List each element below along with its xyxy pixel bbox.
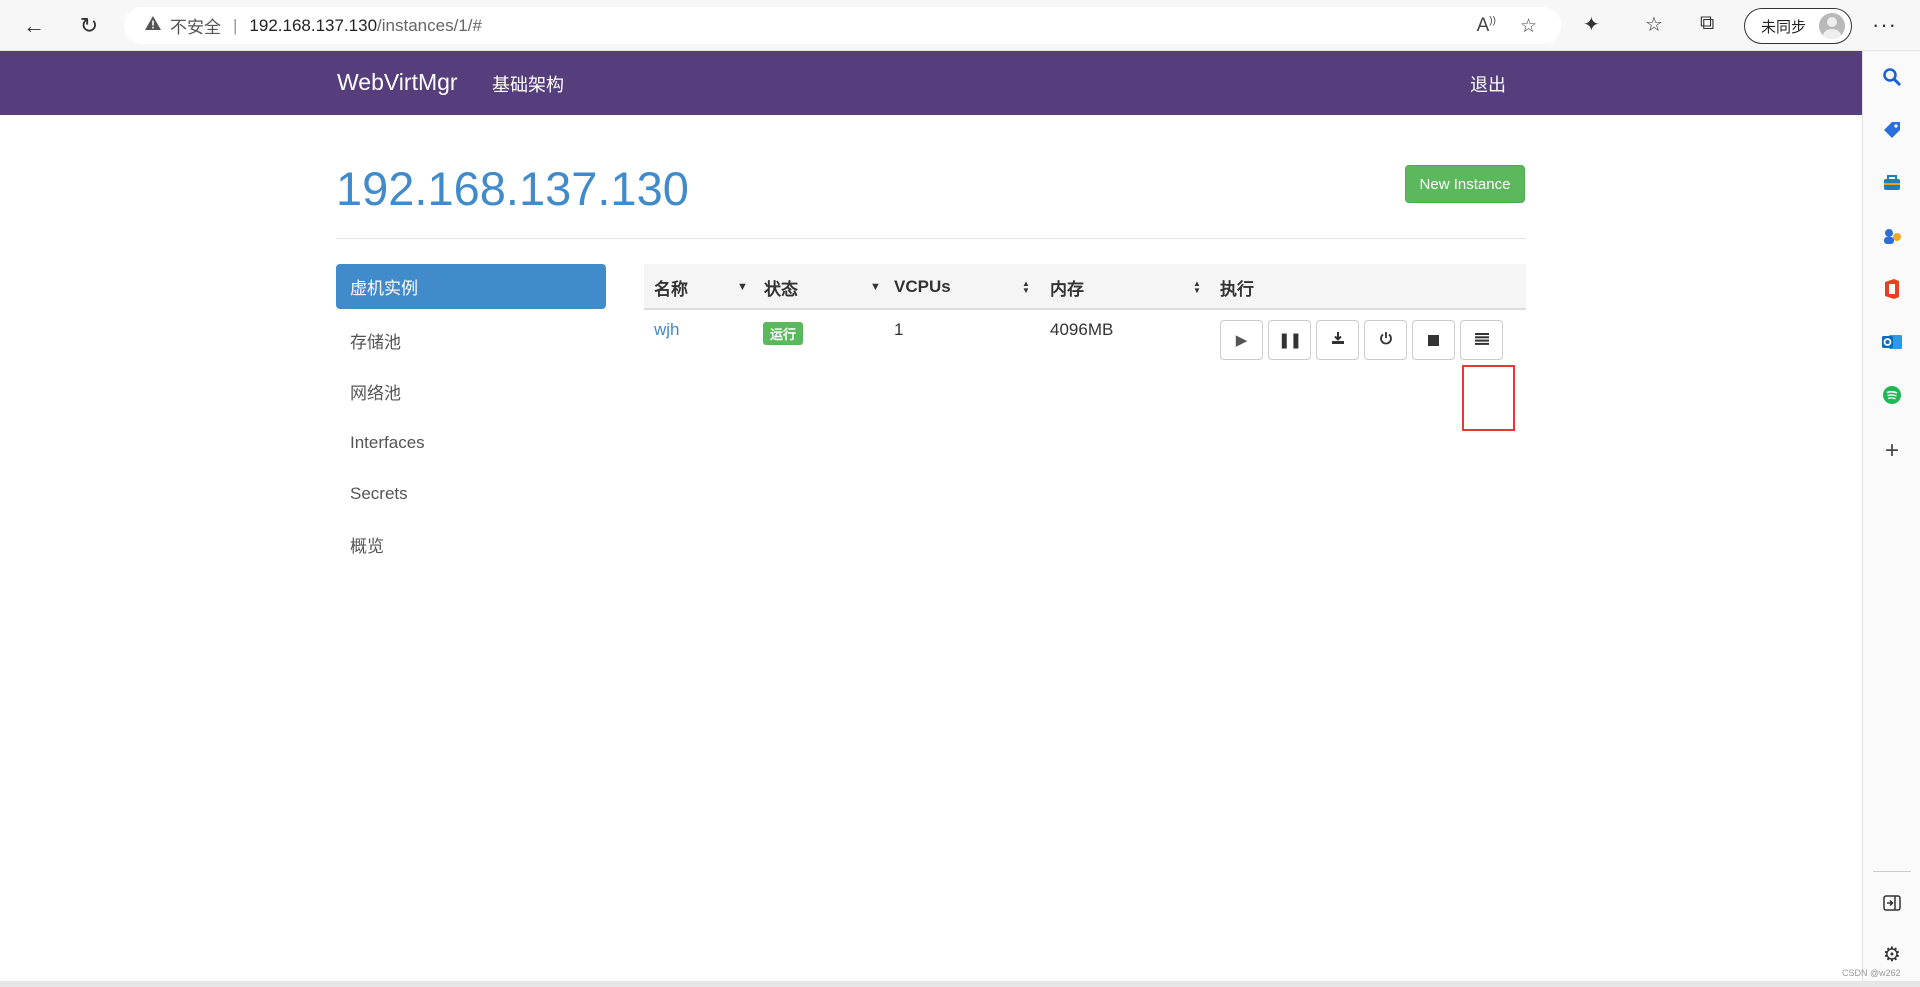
tools-icon[interactable] xyxy=(1878,169,1906,197)
nav-infrastructure-link[interactable]: 基础架构 xyxy=(492,71,564,97)
spotify-icon[interactable] xyxy=(1878,381,1906,409)
security-label: 不安全 xyxy=(170,18,221,37)
force-off-button[interactable] xyxy=(1412,320,1455,360)
outlook-icon[interactable] xyxy=(1878,328,1906,356)
memory-value: 4096MB xyxy=(1050,320,1114,339)
column-header-status[interactable]: 状态 xyxy=(764,264,798,310)
sort-desc-icon[interactable]: ▼ xyxy=(870,264,881,310)
start-button[interactable]: ▶ xyxy=(1220,320,1263,360)
save-button[interactable] xyxy=(1316,320,1359,360)
sync-label: 未同步 xyxy=(1761,18,1807,36)
stop-icon xyxy=(1428,334,1439,346)
sidebar-divider xyxy=(1873,871,1911,872)
divider xyxy=(336,238,1526,239)
watermark-text: CSDN @w262 xyxy=(1842,968,1901,978)
page-title: 192.168.137.130 xyxy=(336,162,689,215)
shutdown-button[interactable] xyxy=(1364,320,1407,360)
sort-both-icon[interactable]: ▲ ▼ xyxy=(1022,264,1030,310)
edge-sidebar: + ⚙ xyxy=(1862,51,1920,981)
sidebar-item-secrets[interactable]: Secrets xyxy=(336,468,606,519)
instance-name-link[interactable]: wjh xyxy=(654,320,680,340)
url-path: /instances/1/# xyxy=(377,15,482,35)
profile-sync-button[interactable]: 未同步 xyxy=(1744,8,1852,44)
collections-icon[interactable]: ⧉ xyxy=(1700,12,1714,35)
sort-both-icon[interactable]: ▲ ▼ xyxy=(1193,264,1201,310)
suspend-button[interactable]: ❚❚ xyxy=(1268,320,1311,360)
sidebar-item-storage-pools[interactable]: 存储池 xyxy=(336,315,606,366)
url-host: 192.168.137.130 xyxy=(249,15,378,35)
status-badge: 运行 xyxy=(763,322,804,345)
avatar xyxy=(1819,13,1845,39)
table-row: wjh 运行 1 4096MB ▶ ❚❚ xyxy=(644,310,1526,368)
table-header: 名称 ▼ 状态 ▼ VCPUs ▲ ▼ 内存 ▲ ▼ 执行 xyxy=(644,264,1526,310)
logout-link[interactable]: 退出 xyxy=(1470,71,1506,97)
sidebar-item-interfaces[interactable]: Interfaces xyxy=(336,417,606,468)
shopping-tag-icon[interactable] xyxy=(1878,116,1906,144)
sort-desc-icon[interactable]: ▼ xyxy=(737,264,748,310)
download-icon xyxy=(1331,331,1345,349)
bottom-strip xyxy=(0,981,1920,987)
office-icon[interactable] xyxy=(1878,275,1906,303)
sidebar-menu: 虚机实例 存储池 网络池 Interfaces Secrets 概览 xyxy=(336,264,606,570)
column-header-memory[interactable]: 内存 xyxy=(1050,264,1084,310)
annotation-highlight-box xyxy=(1462,365,1515,431)
read-aloud-icon[interactable]: A)) xyxy=(1477,15,1496,38)
top-navbar: WebVirtMgr 基础架构 退出 xyxy=(0,51,1862,115)
address-bar[interactable]: 不安全 | 192.168.137.130/instances/1/# A)) … xyxy=(124,7,1561,44)
instances-table: 名称 ▼ 状态 ▼ VCPUs ▲ ▼ 内存 ▲ ▼ 执行 wjh 运行 1 409… xyxy=(644,264,1526,368)
sidebar-item-overview[interactable]: 概览 xyxy=(336,519,606,570)
more-menu-icon[interactable]: ··· xyxy=(1872,12,1897,38)
search-icon[interactable] xyxy=(1878,63,1906,91)
add-favorite-icon[interactable]: ☆ xyxy=(1520,15,1537,38)
power-icon xyxy=(1379,331,1393,349)
settings-gear-icon[interactable]: ⚙ xyxy=(1878,940,1906,968)
pause-icon: ❚❚ xyxy=(1277,332,1302,349)
browser-toolbar: ← ↻ 不安全 | 192.168.137.130/instances/1/# … xyxy=(0,0,1920,51)
sidebar-item-network-pools[interactable]: 网络池 xyxy=(336,366,606,417)
manage-instance-button[interactable] xyxy=(1460,320,1503,360)
sidebar-item-instances[interactable]: 虚机实例 xyxy=(336,264,606,309)
webpage: WebVirtMgr 基础架构 退出 192.168.137.130 New I… xyxy=(0,51,1862,981)
column-header-name[interactable]: 名称 xyxy=(654,264,688,310)
play-icon: ▶ xyxy=(1235,332,1248,349)
games-icon[interactable] xyxy=(1878,222,1906,250)
add-icon[interactable]: + xyxy=(1878,437,1906,465)
url-separator: | xyxy=(233,15,238,35)
back-arrow-icon[interactable]: ← xyxy=(18,10,50,42)
extensions-icon[interactable]: ✦ xyxy=(1583,12,1600,37)
reload-icon[interactable]: ↻ xyxy=(73,10,105,42)
warning-icon xyxy=(144,15,162,36)
brand-link[interactable]: WebVirtMgr xyxy=(337,69,458,96)
collapse-sidebar-icon[interactable] xyxy=(1878,889,1906,917)
vcpus-value: 1 xyxy=(894,320,904,339)
column-header-actions: 执行 xyxy=(1220,279,1254,299)
favorites-icon[interactable]: ☆ xyxy=(1645,12,1663,37)
new-instance-button[interactable]: New Instance xyxy=(1405,165,1525,203)
column-header-vcpus[interactable]: VCPUs xyxy=(894,264,951,310)
list-icon xyxy=(1474,332,1489,349)
